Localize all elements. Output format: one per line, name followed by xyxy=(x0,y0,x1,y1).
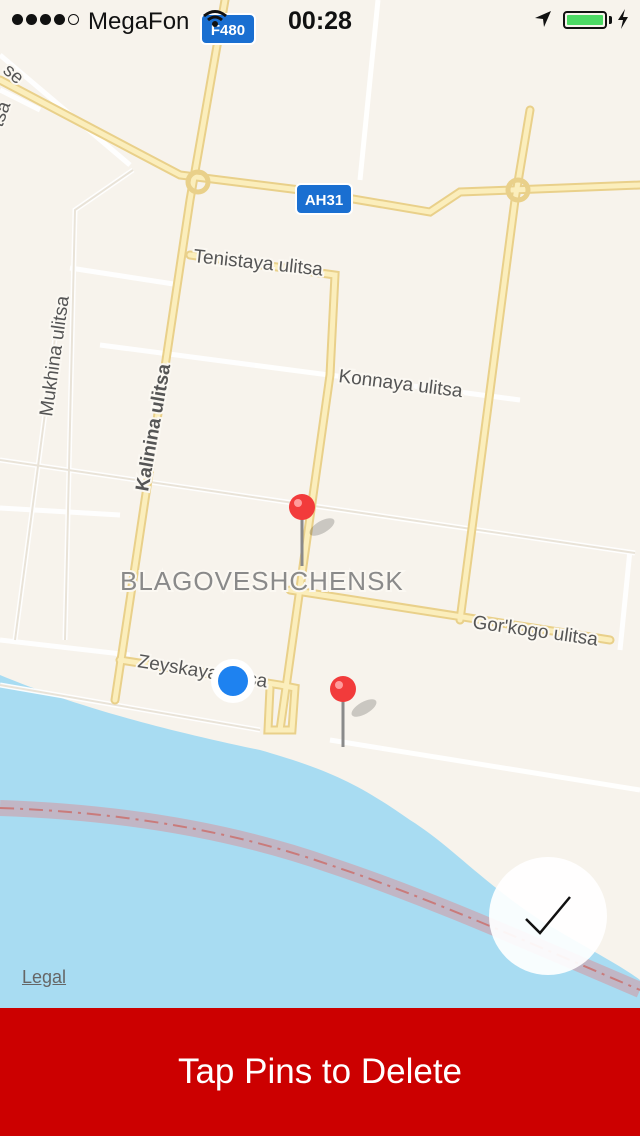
svg-text:AH31: AH31 xyxy=(305,192,343,209)
checkmark-icon xyxy=(525,896,571,935)
charging-icon xyxy=(618,9,628,29)
battery-icon xyxy=(563,11,607,29)
delete-pins-bar[interactable]: Tap Pins to Delete xyxy=(0,1008,640,1136)
road-shield-ah31: AH31 xyxy=(295,183,353,215)
battery-tip xyxy=(609,16,612,24)
status-bar: MegaFon 00:28 xyxy=(0,0,640,40)
legal-link[interactable]: Legal xyxy=(22,967,66,988)
user-location-dot xyxy=(211,659,255,703)
delete-pins-label: Tap Pins to Delete xyxy=(177,1052,463,1091)
city-label: BLAGOVESHCHENSK xyxy=(120,566,404,596)
location-services-icon xyxy=(535,11,551,27)
done-button[interactable] xyxy=(489,857,607,975)
